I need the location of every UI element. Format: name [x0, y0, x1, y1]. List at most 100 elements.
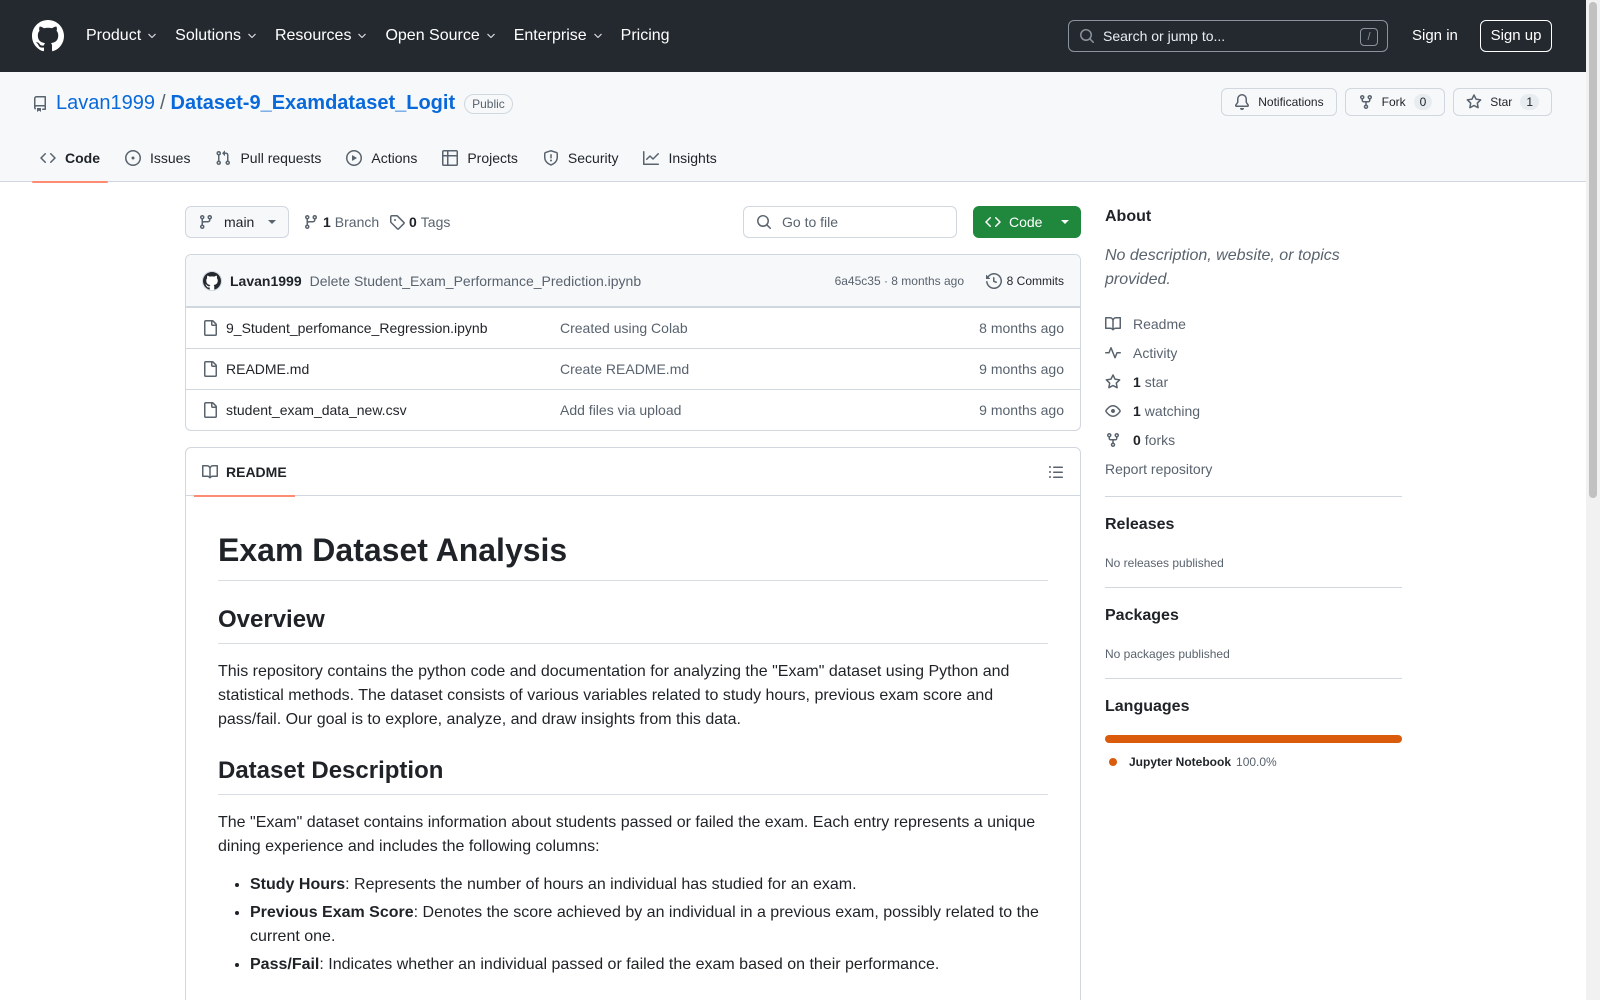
list-item-term: Previous Exam Score — [250, 904, 414, 921]
page-scrollbar[interactable] — [1586, 0, 1600, 1000]
sign-up-button[interactable]: Sign up — [1480, 20, 1552, 52]
github-logo-icon — [203, 271, 221, 290]
stars-count: 1 — [1133, 374, 1141, 390]
nav-enterprise-label: Enterprise — [513, 27, 587, 44]
overview-heading: Overview — [218, 605, 1048, 644]
dataset-description-heading: Dataset Description — [218, 756, 1048, 795]
pull-request-icon — [216, 150, 231, 166]
star-label: Star — [1490, 95, 1513, 109]
branches-link[interactable]: 1 Branch — [303, 214, 379, 230]
fork-icon — [1107, 433, 1119, 448]
file-age: 8 months ago — [979, 320, 1064, 336]
tag-count: 0 — [409, 214, 417, 230]
file-name-link[interactable]: README.md — [226, 361, 560, 377]
forks-link[interactable]: 0 forks — [1105, 432, 1175, 448]
tags-link[interactable]: 0 Tags — [389, 214, 450, 230]
avatar[interactable] — [202, 270, 222, 291]
file-commit-message[interactable]: Create README.md — [560, 361, 689, 377]
commit-hash-age[interactable]: 6a45c35 · 8 months ago — [835, 274, 964, 288]
code-icon — [985, 216, 1001, 228]
visibility-badge: Public — [464, 93, 513, 114]
list-item: Study Hours: Represents the number of ho… — [250, 873, 1048, 897]
issue-icon — [125, 150, 141, 166]
watchers-link[interactable]: 1 watching — [1105, 403, 1200, 419]
file-row: README.md Create README.md 9 months ago — [186, 348, 1080, 389]
tab-issues[interactable]: Issues — [117, 134, 198, 182]
watching-count: 1 — [1133, 403, 1141, 419]
list-item-text: : Represents the number of hours an indi… — [345, 876, 857, 893]
sign-in-link[interactable]: Sign in — [1412, 27, 1458, 44]
readme-tab-label: README — [226, 464, 287, 480]
graph-icon — [643, 151, 660, 165]
branch-select-button[interactable]: main — [185, 206, 289, 238]
nav-solutions-label: Solutions — [175, 27, 241, 44]
search-shortcut-key: / — [1360, 28, 1378, 46]
tab-pull-requests[interactable]: Pull requests — [207, 134, 329, 182]
scrollbar-thumb[interactable] — [1589, 2, 1597, 498]
nav-product-label: Product — [86, 27, 142, 44]
star-icon — [1466, 94, 1482, 109]
releases-heading[interactable]: Releases — [1105, 516, 1174, 534]
packages-heading[interactable]: Packages — [1105, 607, 1179, 625]
chevron-down-icon — [593, 33, 602, 39]
divider — [1105, 587, 1402, 588]
github-logo-icon[interactable] — [32, 20, 64, 52]
tab-actions[interactable]: Actions — [338, 134, 425, 182]
go-to-file-input[interactable]: Go to file — [743, 206, 957, 238]
tab-pull-requests-label: Pull requests — [240, 150, 322, 166]
nav-solutions[interactable]: Solutions — [175, 27, 258, 45]
file-name-link[interactable]: 9_Student_perfomance_Regression.ipynb — [226, 320, 560, 336]
nav-open-source-label: Open Source — [385, 27, 480, 44]
repo-name-link[interactable]: Dataset-9_Examdataset_Logit — [171, 92, 456, 115]
activity-link[interactable]: Activity — [1105, 345, 1177, 361]
report-repository-link[interactable]: Report repository — [1105, 461, 1212, 477]
notifications-label: Notifications — [1258, 95, 1324, 109]
global-search-input[interactable]: Search or jump to... / — [1068, 20, 1388, 52]
file-name-link[interactable]: student_exam_data_new.csv — [226, 402, 560, 418]
fork-label: Fork — [1381, 95, 1406, 109]
file-commit-message[interactable]: Add files via upload — [560, 402, 681, 418]
fork-button[interactable]: Fork 0 — [1344, 88, 1446, 116]
tab-actions-label: Actions — [371, 150, 418, 166]
list-item-term: Study Hours — [250, 876, 346, 893]
global-nav: Product Solutions Resources Open Source … — [86, 27, 687, 45]
list-unordered-icon[interactable] — [1048, 464, 1064, 480]
nav-pricing[interactable]: Pricing — [621, 27, 670, 45]
latest-commit: Lavan1999 Delete Student_Exam_Performanc… — [186, 255, 1080, 307]
commit-message-link[interactable]: Delete Student_Exam_Performance_Predicti… — [310, 273, 642, 289]
repo-actions: Notifications Fork 0 Star 1 — [1221, 88, 1552, 116]
repo-tabs: Code Issues Pull requests Actions Projec… — [32, 134, 734, 183]
star-count: 1 — [1520, 94, 1539, 110]
fork-icon — [1359, 95, 1372, 110]
readme-tab[interactable]: README — [194, 448, 295, 497]
divider — [1105, 496, 1402, 497]
list-item-term: Pass/Fail — [250, 956, 320, 973]
chevron-down-icon — [486, 33, 495, 39]
tab-code[interactable]: Code — [32, 134, 108, 183]
stars-link[interactable]: 1 star — [1105, 374, 1168, 390]
tab-insights[interactable]: Insights — [635, 134, 724, 182]
go-to-file-placeholder: Go to file — [782, 214, 839, 230]
list-item: Previous Exam Score: Denotes the score a… — [250, 901, 1048, 949]
nav-resources[interactable]: Resources — [275, 27, 368, 45]
commits-link[interactable]: 8 Commits — [985, 272, 1064, 289]
tab-security[interactable]: Security — [535, 134, 627, 182]
notifications-button[interactable]: Notifications — [1221, 88, 1337, 116]
nav-enterprise[interactable]: Enterprise — [514, 27, 604, 45]
readme-link[interactable]: Readme — [1105, 316, 1186, 332]
about-heading: About — [1105, 208, 1152, 225]
file-commit-message[interactable]: Created using Colab — [560, 320, 688, 336]
global-header: Product Solutions Resources Open Source … — [0, 0, 1586, 72]
pulse-icon — [1105, 347, 1121, 359]
readme-panel: README Exam Dataset Analysis Overview Th… — [185, 447, 1081, 1000]
repo-owner-link[interactable]: Lavan1999 — [56, 92, 155, 115]
branch-icon — [199, 215, 212, 230]
commit-author-link[interactable]: Lavan1999 — [230, 273, 302, 289]
star-button[interactable]: Star 1 — [1453, 88, 1552, 116]
tab-projects[interactable]: Projects — [434, 134, 526, 182]
nav-product[interactable]: Product — [86, 27, 158, 45]
eye-icon — [1105, 405, 1121, 417]
code-dropdown-button[interactable]: Code — [973, 206, 1081, 238]
nav-open-source[interactable]: Open Source — [385, 27, 496, 45]
language-item[interactable]: Jupyter Notebook 100.0% — [1109, 755, 1277, 769]
